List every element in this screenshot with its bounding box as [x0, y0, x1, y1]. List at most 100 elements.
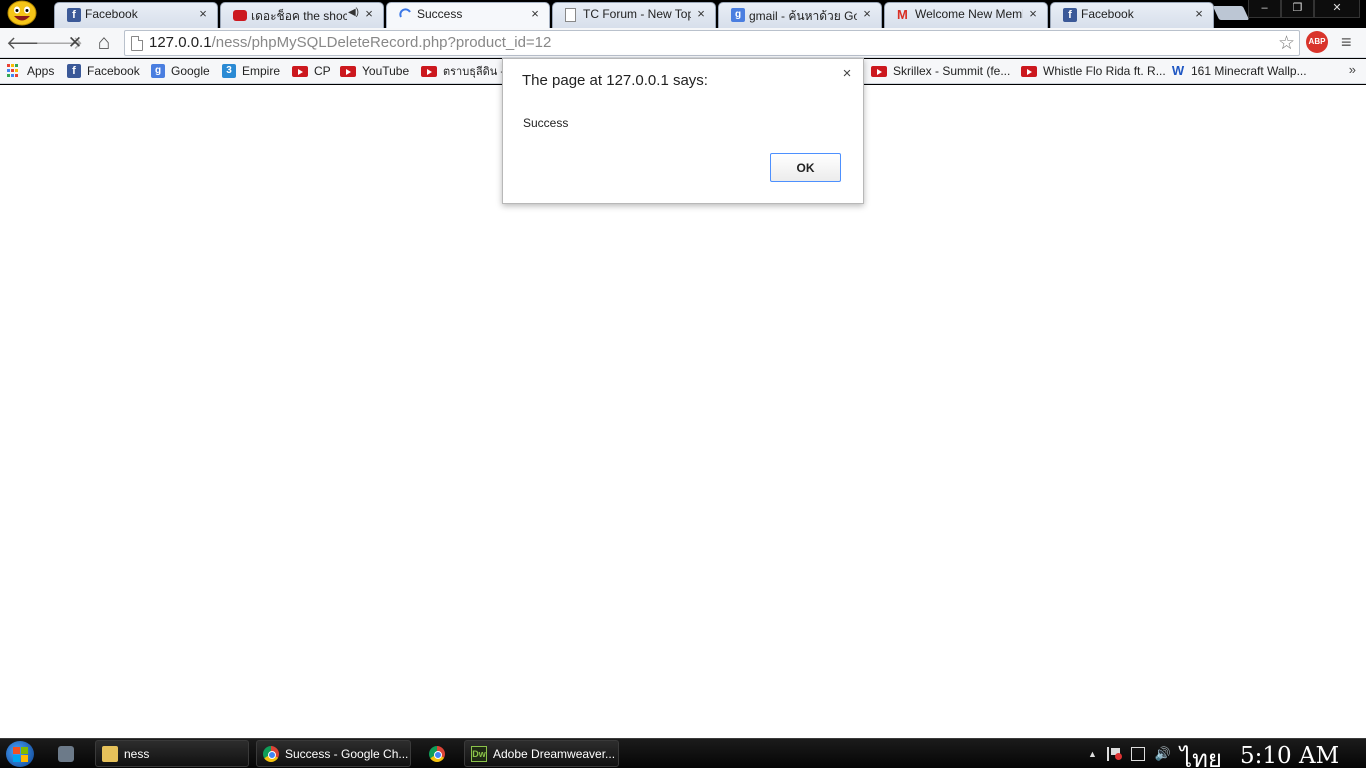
folder-icon: [102, 745, 118, 762]
back-button[interactable]: 🡐: [6, 32, 54, 54]
youtube-icon: [1021, 65, 1037, 77]
tab-strip: f Facebook × เดอะช็อค the shock ◀) × Suc…: [0, 0, 1366, 29]
tab-success[interactable]: Success ×: [386, 2, 550, 29]
windows-taskbar: ness Success - Google Ch... Dw Adobe Dre…: [0, 738, 1366, 768]
youtube-icon: [421, 65, 437, 77]
chrome-menu-icon[interactable]: ≡: [1341, 33, 1359, 51]
bookmark-skrillex[interactable]: Skrillex - Summit (fe...: [871, 62, 1010, 80]
tab-facebook-1[interactable]: f Facebook ×: [54, 2, 218, 28]
window-controls: – ❐ ✕: [1248, 0, 1360, 18]
tab-tc-forum[interactable]: TC Forum - New Topic ×: [552, 2, 716, 28]
bookmark-label: Skrillex - Summit (fe...: [893, 64, 1011, 78]
bookmarks-overflow-chevron-icon[interactable]: »: [1349, 62, 1356, 77]
tab-close-icon[interactable]: ×: [363, 6, 375, 21]
tab-welcome-new-member[interactable]: M Welcome New Member ×: [884, 2, 1048, 28]
apps-icon: [7, 64, 21, 78]
page-icon: [565, 8, 576, 22]
stop-button[interactable]: ✕: [64, 32, 86, 54]
dialog-close-icon[interactable]: ×: [840, 65, 854, 82]
tab-close-icon[interactable]: ×: [1027, 6, 1039, 21]
youtube-icon: [292, 65, 308, 77]
app-icon: [58, 745, 74, 762]
google-icon: g: [731, 8, 745, 22]
tab-the-shock[interactable]: เดอะช็อค the shock ◀) ×: [220, 2, 384, 28]
taskbar-label: ness: [124, 746, 150, 761]
bookmark-label: Whistle Flo Rida ft. R...: [1043, 64, 1166, 78]
taskbar-dreamweaver[interactable]: Dw Adobe Dreamweaver...: [464, 740, 619, 767]
bookmark-cp[interactable]: CP: [292, 62, 331, 80]
bookmark-google[interactable]: g Google: [151, 62, 210, 80]
tab-title: เดอะช็อค the shock: [251, 9, 347, 23]
page-icon: [131, 36, 143, 51]
gmail-icon: M: [897, 7, 908, 22]
volume-icon[interactable]: 🔊: [1155, 746, 1171, 762]
bookmark-whistle[interactable]: Whistle Flo Rida ft. R...: [1021, 62, 1166, 80]
bookmark-apps[interactable]: Apps: [7, 62, 54, 80]
loading-spinner-icon: [399, 8, 411, 18]
taskbar-clock[interactable]: 5:10 AM: [1240, 743, 1339, 768]
url-text[interactable]: 127.0.0.1/ness/phpMySQLDeleteRecord.php?…: [149, 34, 551, 51]
tab-title: TC Forum - New Topic: [583, 7, 691, 21]
bookmark-label: CP: [314, 64, 331, 78]
system-tray: ▲ 🔊: [1088, 739, 1171, 768]
google-icon: g: [151, 64, 165, 78]
youtube-icon: [340, 65, 356, 77]
network-icon[interactable]: [1130, 747, 1145, 761]
bookmark-youtube[interactable]: YouTube: [340, 62, 409, 80]
taskbar-chrome-success[interactable]: Success - Google Ch...: [256, 740, 411, 767]
w-icon: W: [1171, 63, 1185, 78]
bookmark-label: 161 Minecraft Wallp...: [1191, 64, 1307, 78]
bookmark-facebook[interactable]: f Facebook: [67, 62, 140, 80]
taskbar-pinned-app[interactable]: [58, 740, 80, 767]
tab-close-icon[interactable]: ×: [861, 6, 873, 21]
chrome-icon: [263, 745, 279, 762]
youtube-icon: [233, 10, 247, 21]
restore-button[interactable]: ❐: [1281, 0, 1314, 18]
tab-gmail-search[interactable]: g gmail - ค้นหาด้วย Google ×: [718, 2, 882, 28]
tab-title: Facebook: [1081, 7, 1134, 21]
tab-facebook-2[interactable]: f Facebook ×: [1050, 2, 1214, 28]
taskbar-label: Adobe Dreamweaver...: [493, 746, 616, 761]
input-language-indicator[interactable]: ไทย: [1180, 739, 1222, 768]
facebook-icon: f: [1063, 8, 1077, 22]
javascript-alert-dialog: × The page at 127.0.0.1 says: Success OK: [502, 58, 864, 204]
facebook-icon: f: [67, 64, 81, 78]
taskbar-ness-folder[interactable]: ness: [95, 740, 249, 767]
empire-icon: 3: [222, 64, 236, 78]
facebook-icon: f: [67, 8, 81, 22]
forward-button[interactable]: 🡒: [35, 32, 83, 54]
minimize-button[interactable]: –: [1248, 0, 1281, 18]
bookmark-label: Apps: [27, 64, 55, 78]
tab-title: Success: [417, 7, 463, 21]
tab-close-icon[interactable]: ×: [1193, 6, 1205, 21]
profile-avatar-icon[interactable]: [6, 0, 38, 26]
bookmark-label: ตราบธุลีดิน -: [443, 66, 505, 78]
tab-title: Welcome New Member: [915, 7, 1023, 21]
action-center-flag-icon[interactable]: [1106, 747, 1122, 761]
show-hidden-icons-chevron-icon[interactable]: ▲: [1088, 749, 1097, 759]
audio-playing-icon: ◀): [347, 7, 359, 18]
url-host: 127.0.0.1: [149, 34, 212, 51]
home-button[interactable]: ⌂: [93, 32, 115, 54]
adblock-plus-icon[interactable]: ABP: [1306, 31, 1328, 53]
close-window-button[interactable]: ✕: [1314, 0, 1360, 18]
address-bar[interactable]: 127.0.0.1/ness/phpMySQLDeleteRecord.php?…: [124, 30, 1300, 56]
ok-button[interactable]: OK: [770, 153, 841, 182]
taskbar-chrome[interactable]: [429, 740, 451, 767]
bookmark-minecraft[interactable]: W 161 Minecraft Wallp...: [1171, 62, 1307, 80]
chrome-icon: [429, 745, 445, 762]
dreamweaver-icon: Dw: [471, 745, 487, 762]
bookmark-empire[interactable]: 3 Empire: [222, 62, 280, 80]
tab-close-icon[interactable]: ×: [197, 6, 209, 21]
tab-close-icon[interactable]: ×: [529, 6, 541, 21]
start-button[interactable]: [6, 741, 34, 767]
bookmark-thai-song[interactable]: ตราบธุลีดิน -: [421, 62, 504, 80]
bookmark-label: Empire: [242, 64, 281, 78]
bookmark-star-icon[interactable]: ☆: [1278, 32, 1295, 55]
youtube-icon: [871, 65, 887, 77]
browser-toolbar: 🡐 🡒 ✕ ⌂ 127.0.0.1/ness/phpMySQLDeleteRec…: [0, 28, 1366, 58]
new-tab-button[interactable]: [1212, 6, 1250, 20]
dialog-title: The page at 127.0.0.1 says:: [522, 72, 708, 89]
url-path: /ness/phpMySQLDeleteRecord.php?product_i…: [211, 34, 552, 51]
tab-close-icon[interactable]: ×: [695, 6, 707, 21]
